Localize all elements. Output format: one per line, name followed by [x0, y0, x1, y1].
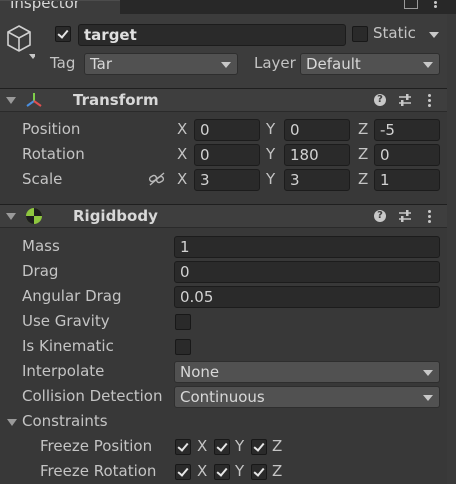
freeze-position-label: Freeze Position [40, 437, 153, 455]
layer-label: Layer [254, 54, 296, 72]
axis-x-label: X [197, 437, 208, 455]
static-checkbox[interactable] [352, 26, 368, 42]
chevron-down-icon [423, 62, 433, 68]
transform-header[interactable] [0, 88, 456, 112]
mass-field[interactable]: 1 [174, 236, 440, 258]
tag-dropdown[interactable]: Tar [84, 53, 238, 75]
presets-icon[interactable] [398, 93, 412, 107]
freeze-rotation-label: Freeze Rotation [40, 462, 157, 480]
scale-y-field[interactable]: 3 [284, 169, 350, 191]
angular-drag-field[interactable]: 0.05 [174, 286, 440, 308]
chevron-down-icon [221, 62, 231, 68]
axis-z-label: Z [358, 145, 369, 163]
constraints-foldout-icon[interactable] [7, 419, 17, 426]
axis-x-label: X [177, 145, 188, 163]
chevron-down-icon [423, 370, 433, 376]
axis-z-label: Z [358, 170, 369, 188]
maximize-icon[interactable] [404, 0, 418, 9]
inspector-tab-label: Inspector [10, 0, 80, 12]
axis-z-label: Z [272, 462, 283, 480]
axis-z-label: Z [358, 120, 369, 138]
rigidbody-icon [24, 206, 44, 226]
foldout-arrow-icon[interactable] [6, 213, 16, 220]
axis-y-label: Y [266, 170, 276, 188]
freeze-position-z-checkbox[interactable] [251, 439, 267, 455]
rotation-label: Rotation [22, 145, 85, 163]
position-y-field[interactable]: 0 [284, 119, 350, 141]
axis-y-label: Y [235, 437, 245, 455]
rotation-z-field[interactable]: 0 [374, 144, 440, 166]
mass-label: Mass [22, 237, 60, 255]
foldout-arrow-icon[interactable] [6, 97, 16, 104]
axis-y-label: Y [266, 145, 276, 163]
rotation-y-field[interactable]: 180 [284, 144, 350, 166]
more-options-icon[interactable] [428, 93, 432, 107]
active-checkbox[interactable] [55, 26, 71, 42]
help-icon[interactable]: ? [374, 94, 386, 106]
constraints-label[interactable]: Constraints [22, 412, 108, 430]
object-name-input[interactable]: target [78, 24, 346, 46]
more-options-icon[interactable] [428, 209, 432, 223]
axis-x-label: X [177, 170, 188, 188]
layer-value: Default [306, 55, 361, 73]
scale-z-field[interactable]: 1 [374, 169, 440, 191]
tag-value: Tar [90, 55, 113, 73]
inspector-scrollbar[interactable] [447, 14, 456, 484]
window-menu-icon[interactable] [430, 0, 442, 8]
tag-label: Tag [50, 54, 76, 72]
is-kinematic-label: Is Kinematic [22, 337, 114, 355]
freeze-rotation-x-checkbox[interactable] [175, 464, 191, 480]
collision-detection-dropdown[interactable]: Continuous [174, 386, 440, 408]
interpolate-dropdown[interactable]: None [174, 361, 440, 383]
collision-detection-value: Continuous [180, 388, 265, 406]
axis-z-label: Z [272, 437, 283, 455]
axis-y-label: Y [266, 120, 276, 138]
freeze-position-x-checkbox[interactable] [175, 439, 191, 455]
inspector-tab[interactable]: Inspector [0, 0, 120, 15]
use-gravity-checkbox[interactable] [175, 314, 191, 330]
is-kinematic-checkbox[interactable] [175, 339, 191, 355]
freeze-position-y-checkbox[interactable] [214, 439, 230, 455]
freeze-rotation-z-checkbox[interactable] [251, 464, 267, 480]
position-z-field[interactable]: -5 [374, 119, 440, 141]
rotation-x-field[interactable]: 0 [194, 144, 260, 166]
scale-label: Scale [22, 170, 63, 188]
rigidbody-title: Rigidbody [73, 207, 158, 225]
axis-x-label: X [197, 462, 208, 480]
axis-y-label: Y [235, 462, 245, 480]
gameobject-cube-icon [5, 24, 37, 60]
scale-x-field[interactable]: 3 [194, 169, 260, 191]
position-x-field[interactable]: 0 [194, 119, 260, 141]
interpolate-label: Interpolate [22, 362, 105, 380]
position-label: Position [22, 120, 81, 138]
freeze-rotation-y-checkbox[interactable] [214, 464, 230, 480]
axis-x-label: X [177, 120, 188, 138]
rigidbody-header[interactable] [0, 204, 456, 228]
chevron-down-icon [423, 395, 433, 401]
interpolate-value: None [180, 363, 220, 381]
transform-icon [24, 90, 44, 110]
use-gravity-label: Use Gravity [22, 312, 110, 330]
drag-field[interactable]: 0 [174, 261, 440, 283]
constrain-proportions-link-icon[interactable] [148, 171, 166, 187]
static-label: Static [373, 24, 416, 42]
layer-dropdown[interactable]: Default [300, 53, 440, 75]
presets-icon[interactable] [398, 209, 412, 223]
transform-title: Transform [73, 91, 159, 109]
help-icon[interactable]: ? [374, 210, 386, 222]
angular-drag-label: Angular Drag [22, 287, 122, 305]
static-dropdown-icon[interactable] [429, 32, 439, 38]
drag-label: Drag [22, 262, 59, 280]
collision-detection-label: Collision Detection [22, 387, 163, 405]
